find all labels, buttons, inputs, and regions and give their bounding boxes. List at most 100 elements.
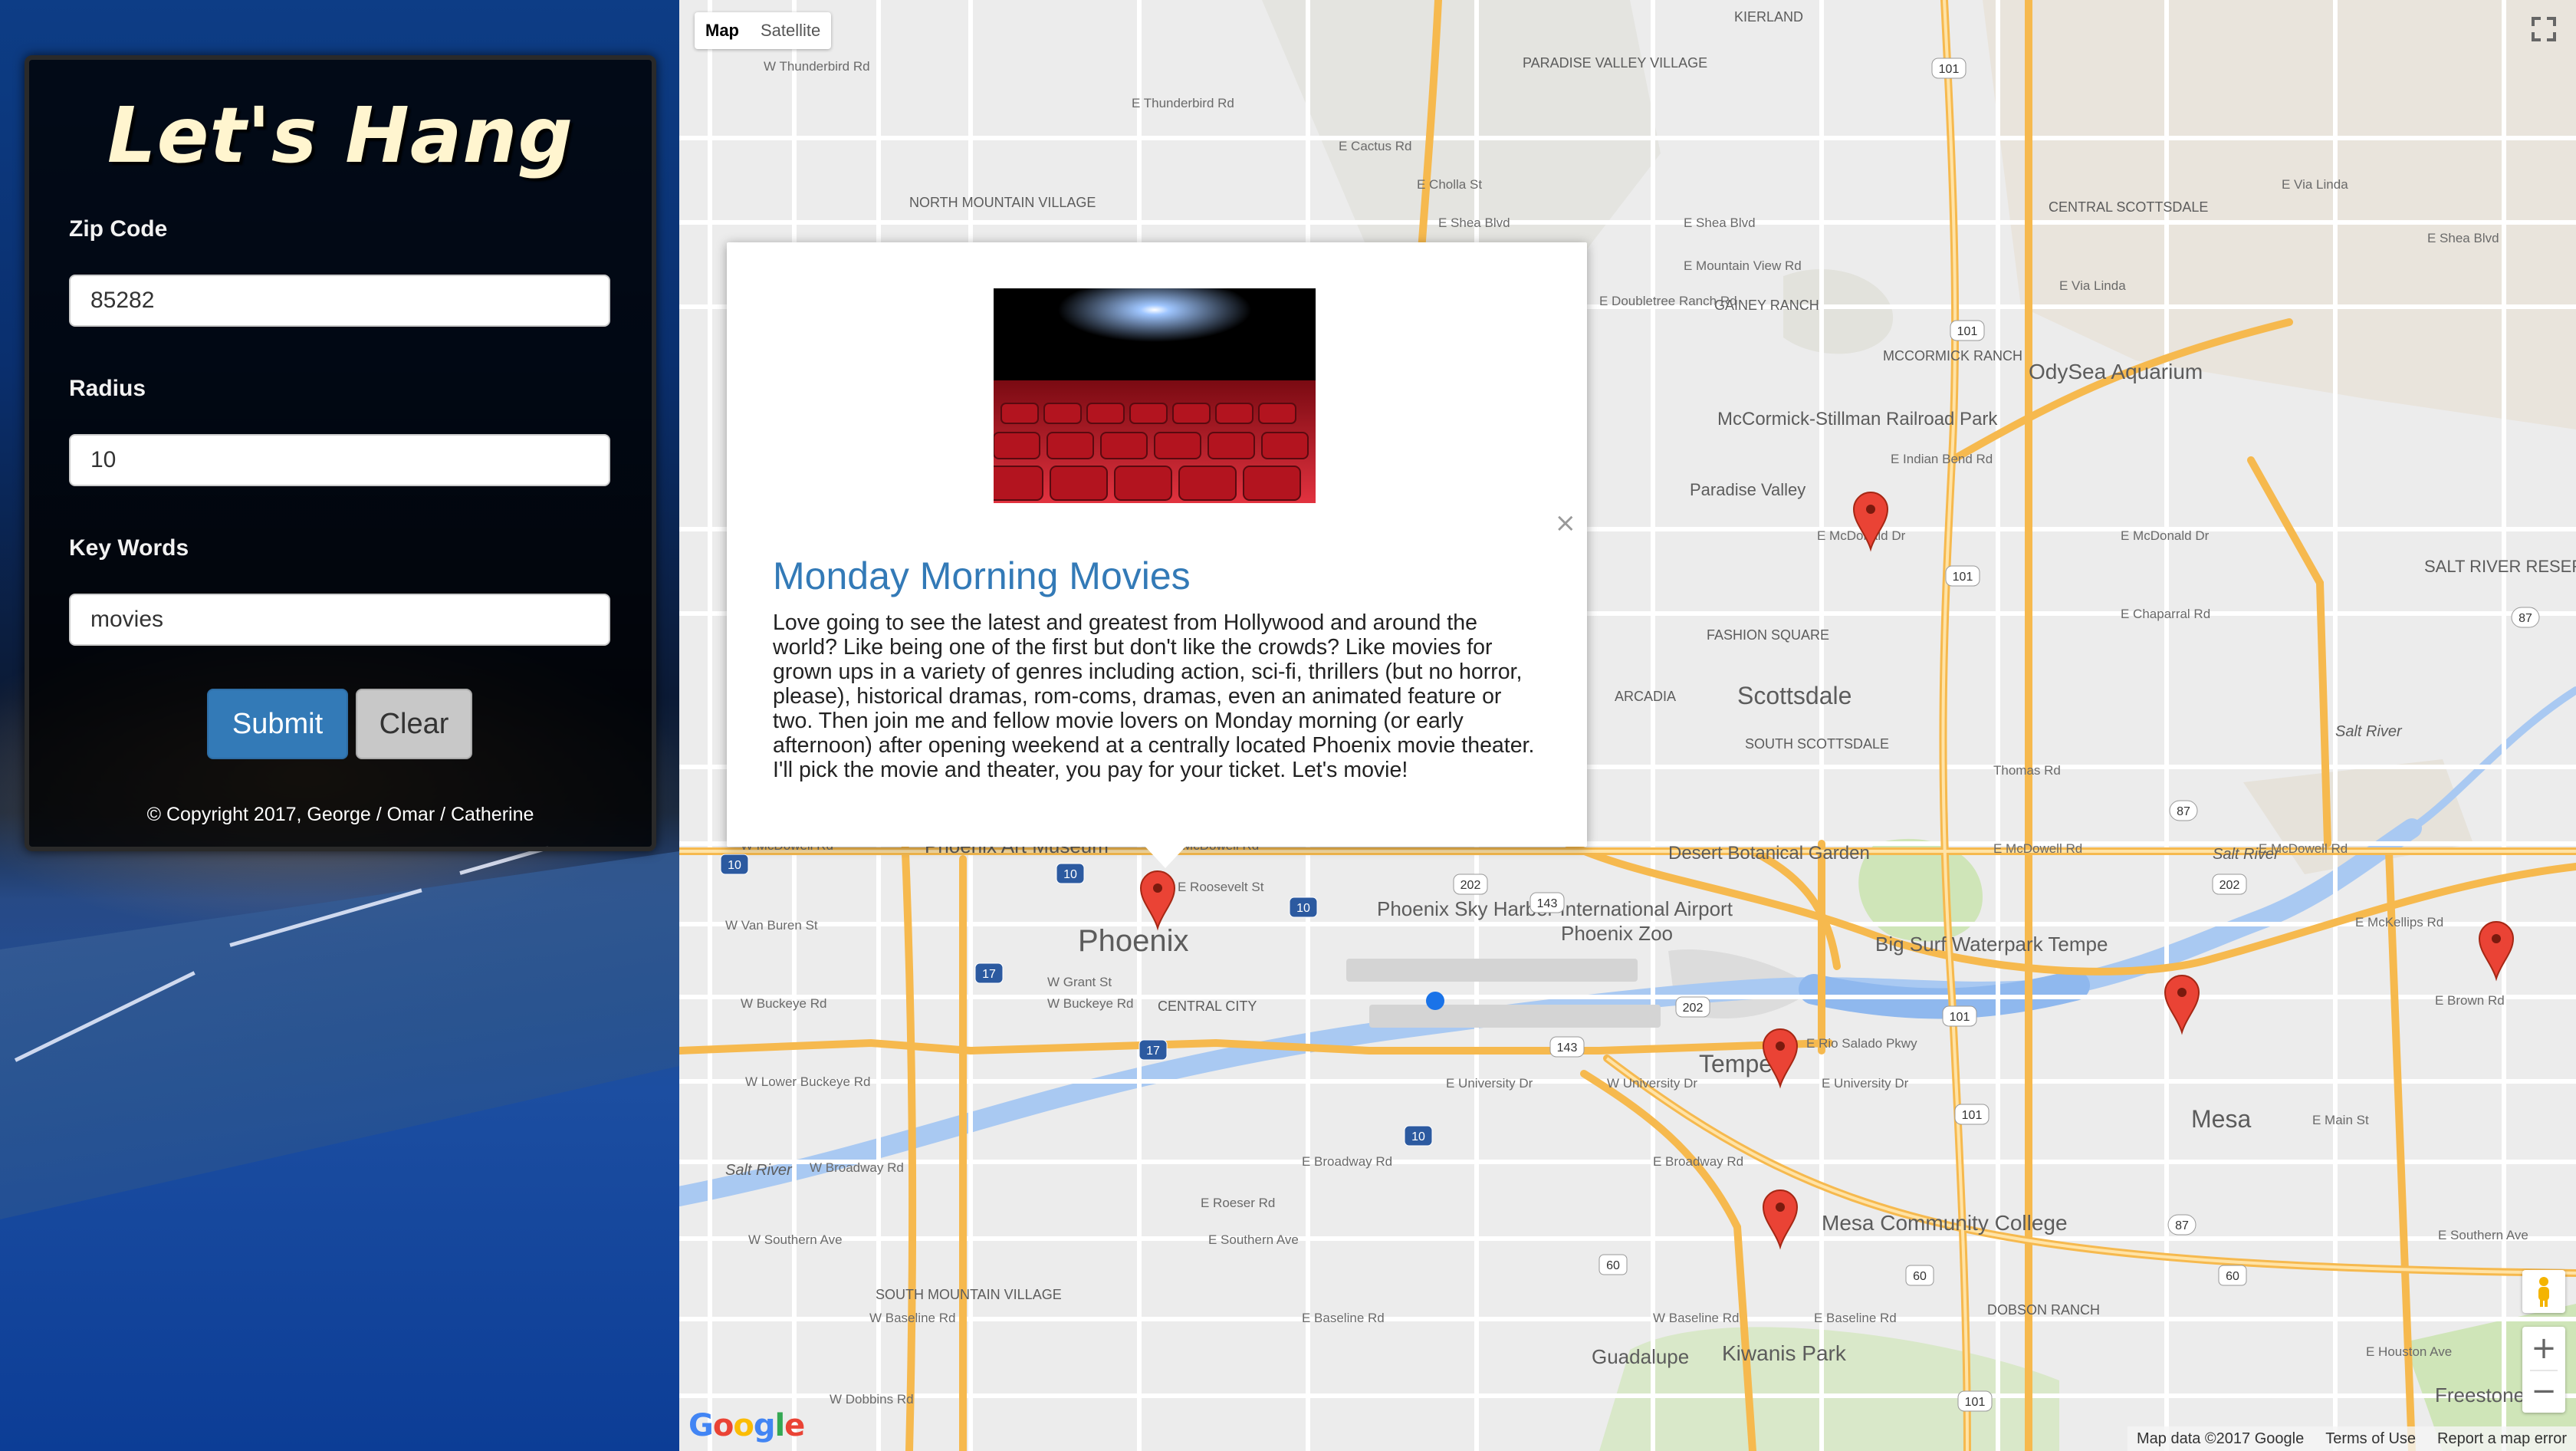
submit-button[interactable]: Submit	[207, 689, 348, 759]
highway-shield: 87	[2511, 607, 2540, 628]
city-label-scottsdale: Scottsdale	[1737, 682, 1852, 709]
city-label-mesa: Mesa	[2191, 1105, 2251, 1133]
svg-text:60: 60	[1913, 1270, 1927, 1283]
map-type-satellite-button[interactable]: Satellite	[750, 12, 831, 49]
svg-text:60: 60	[2226, 1270, 2239, 1283]
river-label: Salt River	[2335, 723, 2403, 740]
district-label-central-city: CENTRAL CITY	[1158, 999, 1257, 1014]
svg-text:10: 10	[1411, 1130, 1425, 1143]
report-error-link[interactable]: Report a map error	[2437, 1430, 2567, 1448]
fullscreen-icon	[2532, 17, 2556, 41]
road-label: E Main St	[2312, 1113, 2369, 1127]
svg-text:60: 60	[1606, 1259, 1620, 1272]
city-label-guadalupe: Guadalupe	[1592, 1345, 1689, 1368]
road-label: E University Dr	[1822, 1076, 1909, 1091]
highway-shield: 101	[1942, 1005, 1977, 1027]
clear-button[interactable]: Clear	[356, 689, 472, 759]
river-label: Salt River	[725, 1162, 793, 1179]
search-panel: Let's Hang Zip Code Radius Key Words Sub…	[25, 55, 656, 851]
radius-input[interactable]	[69, 434, 610, 486]
road-label: E Brown Rd	[2435, 993, 2505, 1008]
poi-label-freestone: Freestone	[2435, 1384, 2525, 1407]
svg-text:87: 87	[2518, 612, 2532, 625]
map[interactable]: Phoenix Scottsdale Tempe Mesa Paradise V…	[679, 0, 2576, 1451]
road-label: W Broadway Rd	[810, 1160, 904, 1175]
keywords-label: Key Words	[69, 535, 189, 561]
highway-shield: 87	[2167, 1214, 2196, 1235]
event-title: Monday Morning Movies	[773, 554, 1191, 597]
road-label: E Chaparral Rd	[2121, 607, 2210, 621]
svg-text:101: 101	[1965, 1396, 1986, 1409]
road-label: E McDowell Rd	[2259, 841, 2348, 856]
google-logo[interactable]: Google	[688, 1408, 805, 1443]
city-label-tempe: Tempe	[1699, 1050, 1773, 1078]
map-type-control: Map Satellite	[695, 12, 832, 49]
event-description: Love going to see the latest and greates…	[773, 610, 1535, 782]
road-label: E Cactus Rd	[1339, 139, 1411, 153]
highway-shield: 202	[1675, 996, 1710, 1018]
highway-shield: 17	[1138, 1039, 1168, 1061]
zoom-in-button[interactable]: +	[2522, 1327, 2565, 1370]
highway-shield: 60	[2218, 1265, 2247, 1286]
road-label: W University Dr	[1607, 1076, 1697, 1091]
highway-shield: 143	[1530, 892, 1565, 913]
road-label: E Shea Blvd	[2427, 231, 2499, 245]
close-icon[interactable]: ×	[1555, 508, 1577, 538]
highway-shield: 101	[1954, 1104, 1990, 1125]
fullscreen-button[interactable]	[2522, 8, 2565, 51]
svg-text:101: 101	[1957, 325, 1978, 338]
road-label: E McKellips Rd	[2355, 915, 2443, 929]
terms-of-use-link[interactable]: Terms of Use	[2325, 1430, 2416, 1448]
highway-shield: 10	[1289, 897, 1318, 918]
road-label: E Roeser Rd	[1201, 1196, 1275, 1210]
highway-shield: 101	[1957, 1390, 1993, 1412]
svg-text:17: 17	[1146, 1045, 1160, 1058]
zoom-out-button[interactable]: −	[2522, 1370, 2565, 1413]
road-label: E Shea Blvd	[1438, 216, 1510, 230]
radius-label: Radius	[69, 376, 146, 401]
highway-road	[0, 851, 679, 1219]
keywords-input[interactable]	[69, 594, 610, 646]
road-label: E Rio Salado Pkwy	[1806, 1036, 1917, 1051]
map-data-attribution: Map data ©2017 Google	[2136, 1430, 2305, 1447]
road-label: E Southern Ave	[2438, 1228, 2528, 1242]
highway-shield: 101	[1950, 320, 1985, 341]
road-label: W Buckeye Rd	[741, 996, 826, 1011]
district-label-dobson-ranch: DOBSON RANCH	[1987, 1302, 2100, 1318]
highway-shield: 10	[720, 854, 749, 875]
highway-shield: 87	[2169, 800, 2198, 821]
movie-theater-image	[994, 288, 1316, 503]
event-info-window: × Monday Morning Movies Love going to se…	[727, 242, 1587, 868]
road-label: E Broadway Rd	[1302, 1154, 1392, 1169]
zoom-divider	[2530, 1370, 2558, 1371]
copyright-text: © Copyright 2017, George / Omar / Cather…	[146, 804, 534, 825]
highway-shield: 202	[1453, 874, 1488, 895]
highway-shield: 101	[1931, 58, 1967, 79]
svg-text:143: 143	[1557, 1041, 1578, 1055]
road-label: W Dobbins Rd	[830, 1392, 914, 1407]
svg-text:202: 202	[1460, 879, 1481, 892]
svg-text:202: 202	[2220, 879, 2240, 892]
road-label: W Buckeye Rd	[1047, 996, 1133, 1011]
street-view-button[interactable]	[2522, 1270, 2565, 1313]
district-label-pv-village: PARADISE VALLEY VILLAGE	[1523, 55, 1707, 71]
zip-code-input[interactable]	[69, 275, 610, 327]
highway-shield: 17	[974, 962, 1004, 984]
road-label: E University Dr	[1446, 1076, 1533, 1091]
road-label: W Baseline Rd	[1653, 1311, 1739, 1325]
road-label: E Shea Blvd	[1684, 216, 1756, 230]
road-label: E Thunderbird Rd	[1132, 96, 1234, 110]
district-label-kierland: KIERLAND	[1734, 9, 1803, 25]
svg-text:101: 101	[1953, 571, 1973, 584]
district-label-south-scottsdale: SOUTH SCOTTSDALE	[1745, 736, 1889, 752]
road-label: E Baseline Rd	[1302, 1311, 1385, 1325]
road-label: E Doubletree Ranch Rd	[1599, 294, 1737, 308]
road-label: E Houston Ave	[2366, 1344, 2452, 1359]
road-label: W Grant St	[1047, 975, 1112, 989]
map-type-map-button[interactable]: Map	[695, 12, 750, 49]
poi-label-mesa-cc: Mesa Community College	[1822, 1211, 2068, 1235]
district-label-salt-river-res: SALT RIVER RESERVATION	[2424, 557, 2576, 576]
highway-shield: 60	[1598, 1254, 1628, 1275]
info-window-pointer	[1144, 845, 1187, 868]
road-label: E Baseline Rd	[1814, 1311, 1897, 1325]
